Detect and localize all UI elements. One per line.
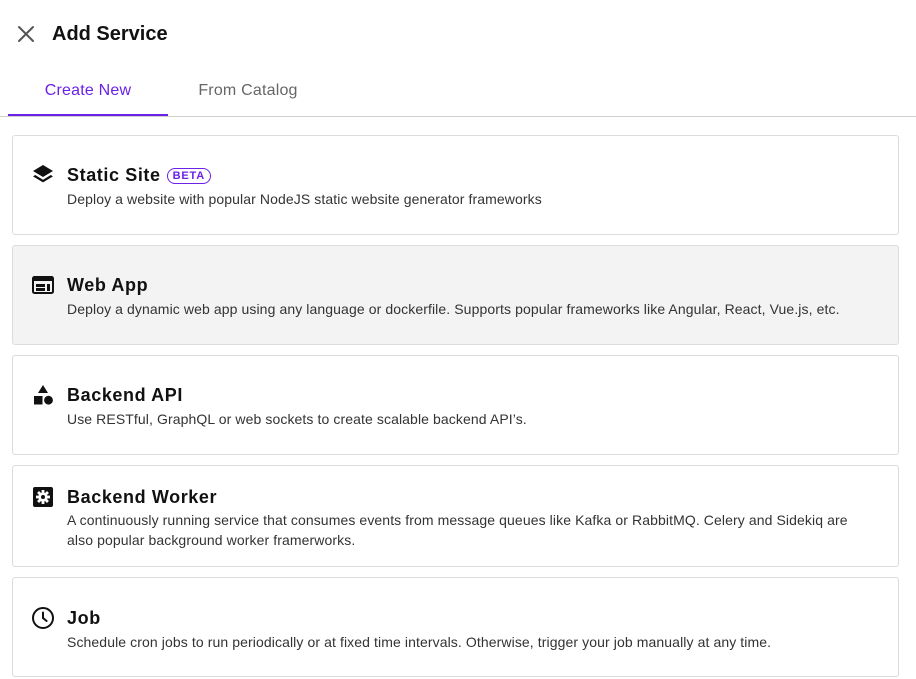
service-description: Schedule cron jobs to run periodically o… <box>67 634 772 650</box>
service-card-job[interactable]: Job Schedule cron jobs to run periodical… <box>12 577 899 677</box>
dialog-header: Add Service <box>0 0 916 68</box>
close-icon <box>18 26 34 42</box>
service-title: Backend API <box>67 385 183 405</box>
clock-icon <box>31 606 55 630</box>
layers-icon <box>31 163 55 187</box>
service-card-web-app[interactable]: Web App Deploy a dynamic web app using a… <box>12 245 899 345</box>
service-card-backend-api[interactable]: Backend API Use RESTful, GraphQL or web … <box>12 355 899 455</box>
beta-badge: BETA <box>166 168 211 184</box>
tab-bar: Create New From Catalog <box>0 68 916 117</box>
service-title: Job <box>67 608 101 628</box>
service-title: Backend Worker <box>67 487 218 507</box>
service-description: Deploy a website with popular NodeJS sta… <box>67 191 542 207</box>
close-button[interactable] <box>14 22 38 46</box>
service-card-static-site[interactable]: Static Site BETA Deploy a website with po… <box>12 135 899 235</box>
service-card-backend-worker[interactable]: Backend Worker A continuously running se… <box>12 465 899 567</box>
web-window-icon <box>31 273 55 297</box>
service-description: Deploy a dynamic web app using any langu… <box>67 301 840 317</box>
tab-from-catalog[interactable]: From Catalog <box>168 68 328 114</box>
page-title: Add Service <box>52 23 168 45</box>
gear-icon <box>31 485 55 509</box>
shapes-icon <box>31 383 55 407</box>
service-title: Web App <box>67 275 149 295</box>
service-title: Static Site BETA <box>67 164 211 186</box>
tab-create-new[interactable]: Create New <box>8 68 168 116</box>
service-description: Use RESTful, GraphQL or web sockets to c… <box>67 411 527 427</box>
service-description: A continuously running service that cons… <box>67 512 848 548</box>
